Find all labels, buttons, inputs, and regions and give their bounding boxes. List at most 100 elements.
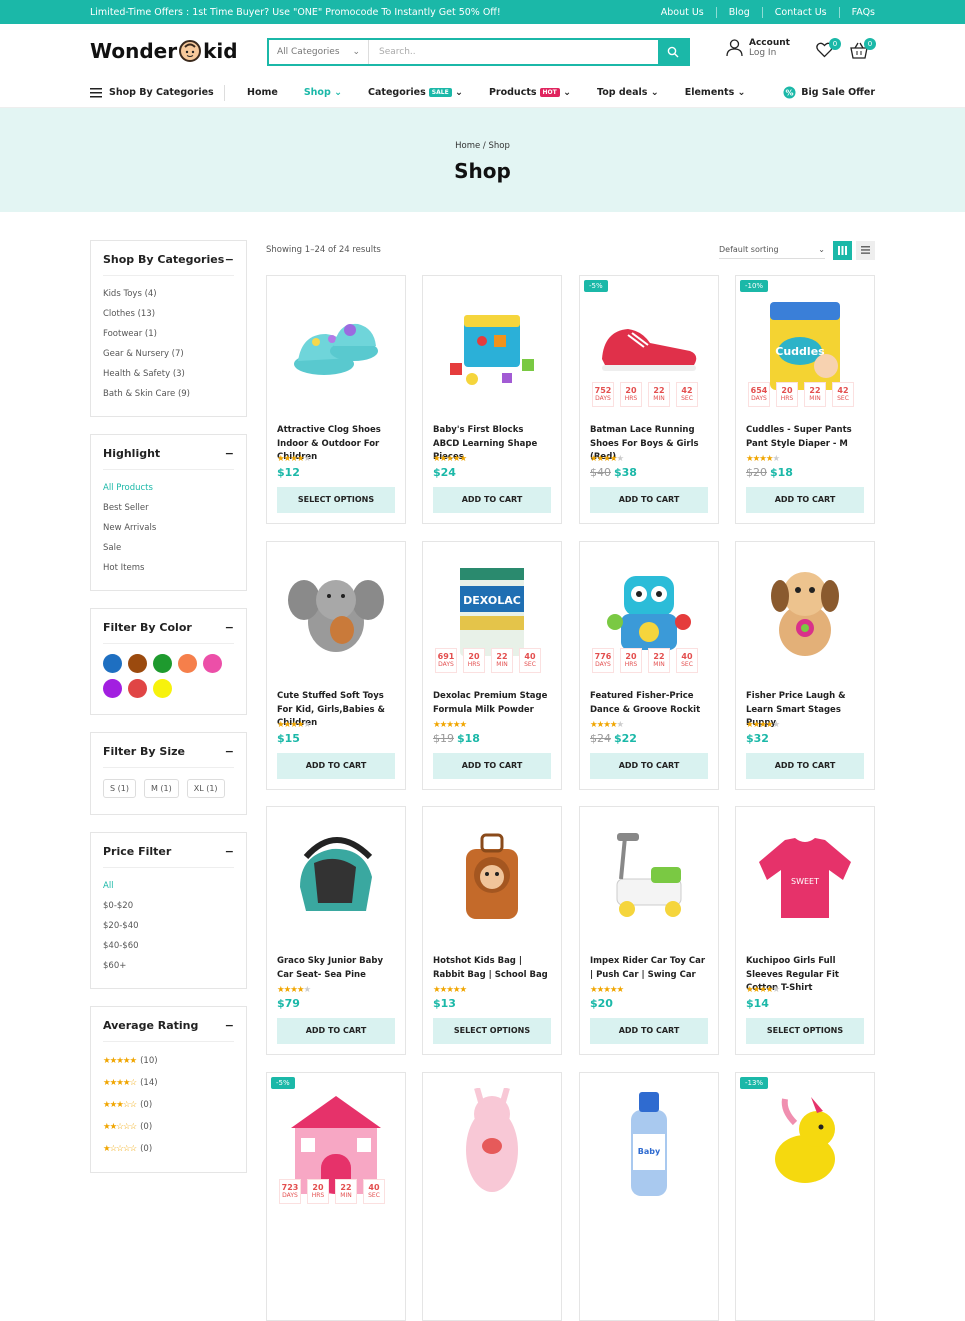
category-item[interactable]: Kids Toys (4)	[103, 284, 234, 304]
product-image[interactable]	[736, 1073, 874, 1213]
color-swatch[interactable]	[103, 654, 122, 673]
category-item[interactable]: Clothes (13)	[103, 304, 234, 324]
product-name[interactable]: Cute Stuffed Soft Toys For Kid, Girls,Ba…	[267, 690, 405, 728]
color-swatch[interactable]	[128, 679, 147, 698]
collapse-icon[interactable]: −	[225, 1019, 234, 1032]
product-name[interactable]: Fisher Price Laugh & Learn Smart Stages …	[736, 690, 874, 728]
product-card[interactable]: Baby	[579, 1072, 719, 1321]
cart-button[interactable]: 0	[850, 38, 876, 63]
nav-top-deals[interactable]: Top deals ⌄	[597, 87, 659, 98]
wishlist-button[interactable]: 0	[816, 38, 841, 62]
color-swatch[interactable]	[153, 654, 172, 673]
breadcrumb[interactable]: Home / Shop	[0, 108, 965, 151]
filter-title[interactable]: Filter By Color −	[103, 621, 234, 644]
link-contact-us[interactable]: Contact Us	[761, 6, 839, 18]
rating-option[interactable]: ★★★★★ (10)	[103, 1050, 234, 1072]
list-view-button[interactable]	[856, 240, 875, 260]
product-image[interactable]	[267, 542, 405, 682]
filter-title[interactable]: Filter By Size −	[103, 745, 234, 768]
collapse-icon[interactable]: −	[225, 621, 234, 634]
product-image[interactable]	[267, 807, 405, 947]
product-name[interactable]: Hotshot Kids Bag | Rabbit Bag | School B…	[423, 955, 561, 984]
category-select[interactable]: All Categories ⌄	[269, 40, 369, 64]
rating-option[interactable]: ★★★★☆ (14)	[103, 1072, 234, 1094]
product-card[interactable]: Impex Rider Car Toy Car | Push Car | Swi…	[579, 806, 719, 1055]
product-image[interactable]	[736, 542, 874, 682]
price-option[interactable]: $60+	[103, 956, 234, 976]
select-options-button[interactable]: SELECT OPTIONS	[277, 487, 395, 513]
add-to-cart-button[interactable]: ADD TO CART	[590, 753, 708, 779]
grid-view-button[interactable]	[833, 240, 852, 260]
rating-option[interactable]: ★☆☆☆☆ (0)	[103, 1138, 234, 1160]
nav-categories[interactable]: Categories SALE ⌄	[368, 87, 463, 98]
product-image[interactable]	[580, 807, 718, 947]
rating-option[interactable]: ★★☆☆☆ (0)	[103, 1116, 234, 1138]
color-swatch[interactable]	[128, 654, 147, 673]
link-blog[interactable]: Blog	[715, 6, 762, 18]
product-card[interactable]: Attractive Clog Shoes Indoor & Outdoor F…	[266, 275, 406, 524]
product-image[interactable]: SWEET	[736, 807, 874, 947]
color-swatch[interactable]	[103, 679, 122, 698]
product-card[interactable]: -10% Cuddles 654 DAYS 20 HRS 22 MIN 42 SEC Cuddles…	[735, 275, 875, 524]
link-about-us[interactable]: About Us	[649, 7, 716, 18]
category-item[interactable]: Gear & Nursery (7)	[103, 344, 234, 364]
product-name[interactable]: Graco Sky Junior Baby Car Seat- Sea Pine	[267, 955, 405, 984]
size-option[interactable]: S (1)	[103, 779, 136, 798]
product-image[interactable]: Baby	[580, 1073, 718, 1213]
product-card[interactable]: Graco Sky Junior Baby Car Seat- Sea Pine…	[266, 806, 406, 1055]
add-to-cart-button[interactable]: ADD TO CART	[433, 487, 551, 513]
size-option[interactable]: XL (1)	[186, 779, 225, 798]
filter-title[interactable]: Average Rating −	[103, 1019, 234, 1042]
collapse-icon[interactable]: −	[225, 447, 234, 460]
price-option[interactable]: $40-$60	[103, 936, 234, 956]
filter-title[interactable]: Highlight −	[103, 447, 234, 470]
filter-title[interactable]: Shop By Categories −	[103, 253, 234, 276]
add-to-cart-button[interactable]: ADD TO CART	[433, 753, 551, 779]
product-card[interactable]: DEXOLAC 691 DAYS 20 HRS 22 MIN 40 SEC Dexolac Pre…	[422, 541, 562, 790]
product-image[interactable]	[423, 1073, 561, 1213]
nav-products[interactable]: Products HOT ⌄	[489, 87, 571, 98]
collapse-icon[interactable]: −	[225, 745, 234, 758]
search-input[interactable]: Search..	[369, 47, 658, 57]
product-card[interactable]: Baby's First Blocks ABCD Learning Shape …	[422, 275, 562, 524]
product-card[interactable]: Cute Stuffed Soft Toys For Kid, Girls,Ba…	[266, 541, 406, 790]
product-card[interactable]: -13%	[735, 1072, 875, 1321]
product-name[interactable]: Impex Rider Car Toy Car | Push Car | Swi…	[580, 955, 718, 984]
product-card[interactable]	[422, 1072, 562, 1321]
highlight-item[interactable]: New Arrivals	[103, 518, 234, 538]
add-to-cart-button[interactable]: ADD TO CART	[746, 753, 864, 779]
price-option[interactable]: $0-$20	[103, 896, 234, 916]
product-name[interactable]: Featured Fisher-Price Dance & Groove Roc…	[580, 690, 718, 719]
product-name[interactable]: Attractive Clog Shoes Indoor & Outdoor F…	[267, 424, 405, 462]
big-sale-link[interactable]: % Big Sale Offer	[783, 86, 875, 99]
color-swatch[interactable]	[178, 654, 197, 673]
nav-shop[interactable]: Shop ⌄	[304, 87, 342, 98]
collapse-icon[interactable]: −	[225, 253, 234, 266]
category-item[interactable]: Health & Safety (3)	[103, 364, 234, 384]
add-to-cart-button[interactable]: ADD TO CART	[746, 487, 864, 513]
highlight-item[interactable]: Sale	[103, 538, 234, 558]
add-to-cart-button[interactable]: ADD TO CART	[590, 1018, 708, 1044]
rating-option[interactable]: ★★★☆☆ (0)	[103, 1094, 234, 1116]
price-option[interactable]: $20-$40	[103, 916, 234, 936]
product-image[interactable]	[267, 276, 405, 416]
product-image[interactable]	[423, 807, 561, 947]
link-faqs[interactable]: FAQs	[838, 6, 875, 18]
login-link[interactable]: Log In	[749, 48, 790, 58]
product-name[interactable]: Batman Lace Running Shoes For Boys & Gir…	[580, 424, 718, 462]
nav-elements[interactable]: Elements ⌄	[685, 87, 746, 98]
add-to-cart-button[interactable]: ADD TO CART	[277, 753, 395, 779]
logo[interactable]: Wonder kid	[90, 39, 267, 63]
color-swatch[interactable]	[153, 679, 172, 698]
nav-home[interactable]: Home	[247, 87, 278, 98]
color-swatch[interactable]	[203, 654, 222, 673]
search-button[interactable]	[658, 40, 688, 64]
product-card[interactable]: Hotshot Kids Bag | Rabbit Bag | School B…	[422, 806, 562, 1055]
select-options-button[interactable]: SELECT OPTIONS	[746, 1018, 864, 1044]
price-option[interactable]: All	[103, 876, 234, 896]
collapse-icon[interactable]: −	[225, 845, 234, 858]
select-options-button[interactable]: SELECT OPTIONS	[433, 1018, 551, 1044]
product-name[interactable]: Cuddles - Super Pants Pant Style Diaper …	[736, 424, 874, 453]
account-link[interactable]: Account Log In	[726, 38, 790, 58]
product-card[interactable]: -5% 752 DAYS 20 HRS 22 MIN 42 SEC Batman Lace Run…	[579, 275, 719, 524]
